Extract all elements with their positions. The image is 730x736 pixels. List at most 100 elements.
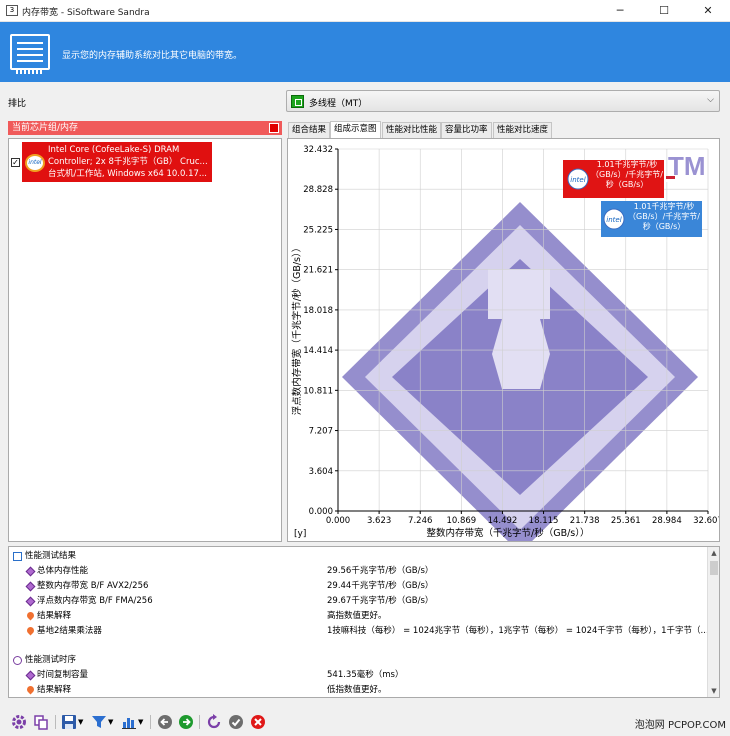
save-icon[interactable] [61,714,77,730]
y-tick-label: 18.018 [303,306,333,316]
row-value: 高指数值更好。 [327,611,387,621]
table-row: 基地2结果乘法器 1技嘛科技（每秒） = 1024兆字节（每秒），1兆字节（每秒… [9,624,709,639]
y-tick-label: 14.414 [303,346,333,356]
save-dropdown-chevron-icon[interactable]: ▼ [78,718,83,726]
gem-icon [25,566,36,577]
chart-dropdown-chevron-icon[interactable]: ▼ [138,718,143,726]
item-line-1: Intel Core (CofeeLake-S) DRAM [48,145,180,155]
x-tick-label: 10.869 [446,516,476,526]
x-tick-label: 0.000 [326,516,350,526]
header-banner: 显示您的内存辅助系统对比其它电脑的带宽。 [0,22,730,82]
x-tick-label: 14.492 [488,516,518,526]
selected-item-highlight[interactable]: intel Intel Core (CofeeLake-S) DRAM Cont… [22,142,212,182]
filter-icon[interactable] [91,714,107,730]
bar-chart-icon[interactable] [121,714,137,730]
thread-mode-value: 多线程（MT） [309,99,368,109]
item-checkbox[interactable]: ✓ [11,158,20,167]
chevron-down-icon[interactable]: ⌵ [707,95,714,105]
y-tick-label: 28.828 [303,185,333,195]
color-swatch-icon[interactable] [269,123,279,133]
row-value: 29.44千兆字节/秒（GB/s） [327,581,434,591]
y-tick-label: 3.604 [309,467,333,477]
x-tick-label: 7.246 [408,516,432,526]
x-tick-label: 21.738 [570,516,600,526]
row-label: 浮点数内存带宽 B/F FMA/256 [37,596,153,606]
table-row: 时间复制容量 541.35毫秒（ms） [9,668,709,683]
y-tick-label: 7.207 [309,427,333,437]
device-list[interactable]: ✓ intel Intel Core (CofeeLake-S) DRAM Co… [8,138,282,542]
processor-icon [291,95,304,108]
forward-arrow-icon[interactable] [178,714,194,730]
section-results-header: 性能测试结果 [9,549,709,564]
gem-icon [25,670,36,681]
tab-capacity-power[interactable]: 容量比功率 [441,122,492,138]
tab-composition-chart[interactable]: 组成示意图 [330,121,381,139]
y-axis-title: 浮点数内存带宽（千兆字节/秒（GB/s）） [291,243,303,415]
legend-item-2-logo-text: intel [606,216,621,224]
row-value: 低指数值更好。 [327,685,387,695]
list-item[interactable]: ✓ intel Intel Core (CofeeLake-S) DRAM Co… [9,142,281,182]
intel-logo-icon: intel [25,154,45,172]
tab-performance-comparison[interactable]: 性能对比性能 [382,122,442,138]
pin-icon [25,684,36,695]
item-text: Intel Core (CofeeLake-S) DRAM Controller… [48,144,210,180]
row-value: 1技嘛科技（每秒） = 1024兆字节（每秒），1兆字节（每秒） = 1024千… [327,626,709,636]
row-label: 整数内存带宽 B/F AVX2/256 [37,581,149,591]
app-icon: 3 [6,5,18,16]
check-icon[interactable] [228,714,244,730]
row-value: 29.56千兆字节/秒（GB/s） [327,566,434,576]
tab-performance-speed[interactable]: 性能对比速度 [493,122,553,138]
tab-combined-results[interactable]: 组合结果 [288,122,331,138]
row-label: 时间复制容量 [37,670,89,680]
section-timing-title: 性能测试时序 [25,655,77,665]
results-scrollbar[interactable]: ▲ ▼ [707,547,719,697]
y-tick-label: 25.225 [303,225,333,235]
item-line-3: 台式机/工作站, Windows x64 10.0.17... [48,169,208,179]
table-row: 整数内存带宽 B/F AVX2/256 29.44千兆字节/秒（GB/s） [9,579,709,594]
table-row: 结果解释 高指数值更好。 [9,609,709,624]
filter-dropdown-chevron-icon[interactable]: ▼ [108,718,113,726]
banner-description: 显示您的内存辅助系统对比其它电脑的带宽。 [62,51,243,61]
table-row: 总体内存性能 29.56千兆字节/秒（GB/s） [9,564,709,579]
scroll-thumb[interactable] [710,561,718,575]
scroll-down-icon[interactable]: ▼ [708,685,719,697]
scatter-chart: TM 0.000 3.623 7.246 10.869 14.492 18.115 21.7… [291,145,719,541]
toolbar-separator [55,715,56,729]
x-tick-label: 3.623 [367,516,391,526]
results-panel: 性能测试结果 总体内存性能 29.56千兆字节/秒（GB/s） 整数内存带宽 B… [8,546,720,698]
toolbar-separator [199,715,200,729]
gem-icon [25,581,36,592]
refresh-icon[interactable] [206,714,222,730]
maximize-button[interactable]: ☐ [642,0,686,22]
left-panel-header: 当前芯片组/内存 [8,121,282,135]
left-panel-header-label: 当前芯片组/内存 [12,123,79,133]
y-tick-label: 10.811 [303,386,333,396]
pin-icon [25,625,36,636]
row-label: 总体内存性能 [37,566,89,576]
gear-icon[interactable] [11,714,27,730]
axis-corner-label: [y] [294,529,306,539]
chart-icon [13,552,22,561]
x-tick-label: 25.361 [611,516,641,526]
legend-item-1-logo-text: intel [570,176,585,184]
x-axis-title: 整数内存带宽（千兆字节/秒（GB/s）） [427,527,590,539]
close-button[interactable]: ✕ [686,0,730,22]
table-row: 结果解释 低指数值更好。 [9,683,709,697]
row-label: 结果解释 [37,685,72,695]
scroll-up-icon[interactable]: ▲ [708,547,719,559]
copy-icon[interactable] [33,714,49,730]
toolbar-separator [150,715,151,729]
thread-mode-select[interactable]: 多线程（MT） ⌵ [286,90,720,112]
y-tick-label: 0.000 [309,507,333,517]
minimize-button[interactable]: ─ [598,0,642,22]
cancel-icon[interactable] [250,714,266,730]
x-tick-label: 18.115 [529,516,559,526]
bottom-toolbar: ▼ ▼ ▼ [0,706,730,736]
x-tick-label: 28.984 [652,516,682,526]
back-arrow-icon[interactable] [157,714,173,730]
section-timing-header: 性能测试时序 [9,653,709,668]
legend-item-2-label: 1.01千兆字节/秒（GB/s）/千兆字节/秒（GB/s） [628,202,700,231]
y-tick-label: 21.621 [303,266,333,276]
item-line-2: Controller; 2x 8千兆字节（GB） Cruc... [48,157,208,167]
row-value: 29.67千兆字节/秒（GB/s） [327,596,434,606]
